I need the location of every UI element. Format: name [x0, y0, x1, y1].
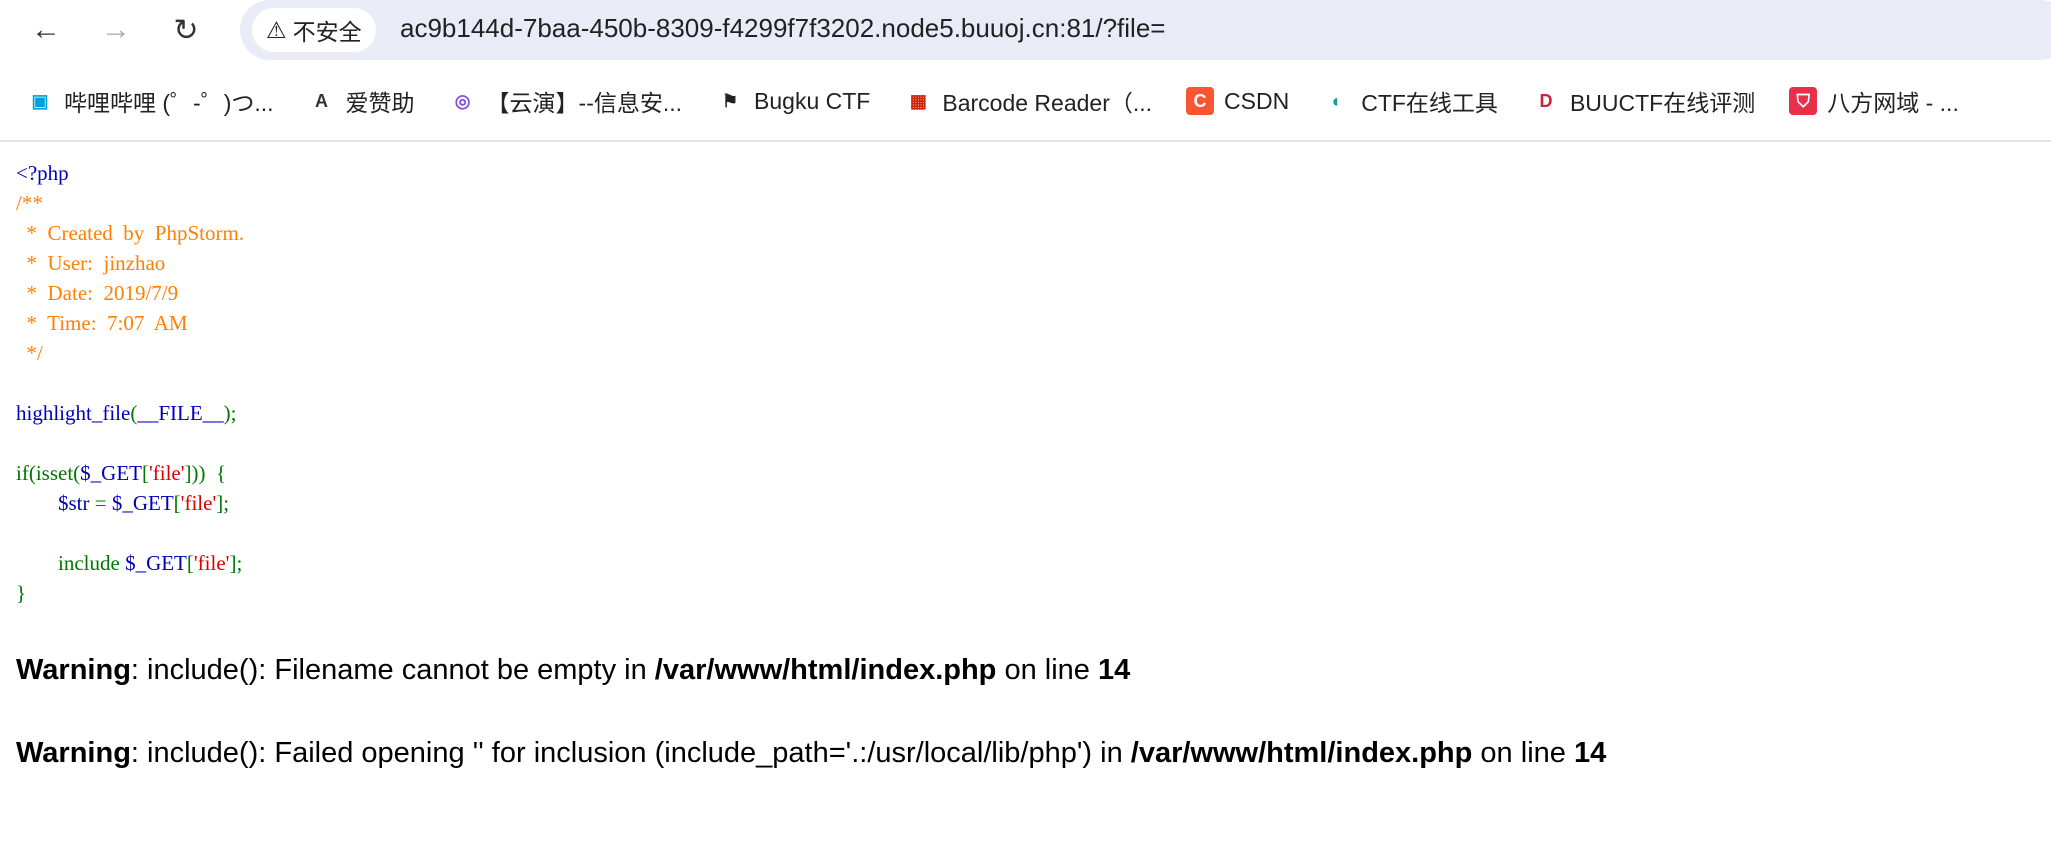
bookmark-item[interactable]: D BUUCTF在线评测 — [1532, 84, 1755, 118]
code-token: __FILE__ — [137, 401, 224, 425]
code-token: * Created by PhpStorm. — [16, 221, 245, 245]
forward-button[interactable]: → — [96, 10, 136, 50]
security-label: 不安全 — [292, 19, 362, 45]
warning-triangle-icon: ⚠ — [266, 16, 287, 43]
code-token: <?php — [16, 161, 69, 185]
code-token: = — [94, 491, 112, 515]
bookmark-item[interactable]: ⛉ 八方网域 - ... — [1789, 84, 1959, 118]
bookmark-item[interactable]: C CSDN — [1186, 87, 1289, 115]
address-bar[interactable]: ⚠ 不安全 ac9b144d-7baa-450b-8309-f4299f7f32… — [240, 0, 2051, 60]
url-text[interactable]: ac9b144d-7baa-450b-8309-f4299f7f3202.nod… — [400, 13, 1165, 44]
reload-button[interactable]: ↻ — [166, 10, 206, 50]
target-icon: ◎ — [454, 90, 471, 111]
code-line: * Time: 7:07 AM — [16, 308, 244, 338]
warning-file: /var/www/html/index.php — [1130, 737, 1473, 769]
bookmark-item[interactable]: ▣ 哔哩哔哩 (゜-゜)つ... — [26, 84, 274, 118]
ctf-tools-icon: ◐ — [1331, 90, 1343, 111]
code-token: [ — [186, 551, 194, 575]
warning-text: : include(): Filename cannot be empty in — [130, 654, 655, 686]
code-token: if(isset( — [16, 461, 81, 485]
bilibili-icon: ▣ — [31, 90, 49, 111]
code-token: include — [16, 551, 126, 575]
code-token: [ — [173, 491, 181, 515]
bookmarks-bar: ▣ 哔哩哔哩 (゜-゜)つ... A 爱赞助 ◎ 【云演】--信息安... ⚑ Bugku C… — [0, 78, 2051, 124]
bookmark-label: BUUCTF在线评测 — [1569, 90, 1756, 116]
warning-text: : include(): Failed opening '' for inclu… — [130, 737, 1131, 769]
checkered-flag-icon: ⚑ — [721, 90, 739, 111]
code-token: 'file' — [193, 551, 230, 575]
code-token: ); — [223, 401, 237, 425]
warning-label: Warning — [16, 654, 131, 686]
warning-on-line: on line — [996, 654, 1098, 686]
code-token: ]; — [216, 491, 230, 515]
code-token: $str — [58, 491, 95, 515]
warning-line-number: 14 — [1097, 654, 1131, 686]
code-token: 'file' — [148, 461, 185, 485]
warning-message: Warning: include(): Failed opening '' fo… — [16, 737, 1606, 770]
bookmark-label: Bugku CTF — [754, 87, 871, 114]
code-line: } — [16, 578, 244, 608]
code-token: 'file' — [180, 491, 217, 515]
warning-line-number: 14 — [1573, 737, 1607, 769]
browser-toolbar: ← → ↻ ⚠ 不安全 ac9b144d-7baa-450b-8309-f429… — [0, 0, 2051, 60]
csdn-icon: C — [1186, 87, 1215, 115]
code-token: */ — [16, 341, 43, 365]
warning-file: /var/www/html/index.php — [654, 654, 997, 686]
code-line: */ — [16, 338, 244, 368]
code-token: ])) { — [184, 461, 227, 485]
code-token: * Date: 2019/7/9 — [16, 281, 179, 305]
code-token: [ — [141, 461, 149, 485]
code-token: /** — [16, 191, 43, 215]
warning-message: Warning: include(): Filename cannot be e… — [16, 654, 1130, 687]
code-token: highlight_file — [16, 401, 131, 425]
bookmark-label: Barcode Reader（... — [942, 90, 1153, 116]
security-chip[interactable]: ⚠ 不安全 — [252, 8, 376, 52]
bookmark-label: 【云演】--信息安... — [486, 90, 683, 116]
code-token: } — [16, 581, 27, 605]
bookmark-item[interactable]: ⚑ Bugku CTF — [716, 87, 870, 115]
bookmark-item[interactable]: A 爱赞助 — [308, 84, 415, 118]
bookmark-item[interactable]: ▦ Barcode Reader（... — [904, 84, 1152, 118]
code-token: * Time: 7:07 AM — [16, 311, 188, 335]
code-line: * Created by PhpStorm. — [16, 218, 245, 248]
code-line: $str = $_GET['file']; — [16, 488, 244, 518]
shield-icon: ⛉ — [1789, 87, 1818, 115]
code-line: <?php — [16, 158, 244, 188]
dasctf-icon: D — [1539, 90, 1553, 111]
code-token: $_GET — [111, 491, 174, 515]
aizanzhu-icon: A — [315, 90, 329, 111]
code-line: /** — [16, 188, 244, 218]
code-line: * User: jinzhao — [16, 248, 244, 278]
code-token: * User: jinzhao — [16, 251, 166, 275]
bookmark-label: 八方网域 - ... — [1827, 90, 1959, 116]
toolbar-divider — [0, 140, 2051, 142]
code-line: highlight_file(__FILE__); — [16, 398, 244, 428]
bookmark-label: CSDN — [1224, 87, 1290, 114]
bookmark-label: 爱赞助 — [345, 90, 415, 116]
code-line: * Date: 2019/7/9 — [16, 278, 244, 308]
bookmark-label: 哔哩哔哩 (゜-゜)つ... — [64, 90, 274, 116]
bookmark-item[interactable]: ◐ CTF在线工具 — [1323, 84, 1498, 118]
code-token: $_GET — [80, 461, 142, 485]
back-button[interactable]: ← — [26, 10, 66, 50]
bookmark-item[interactable]: ◎ 【云演】--信息安... — [449, 84, 683, 118]
code-token: ]; — [229, 551, 243, 575]
code-line: include $_GET['file']; — [16, 548, 244, 578]
code-line: if(isset($_GET['file'])) { — [16, 458, 244, 488]
warning-on-line: on line — [1472, 737, 1574, 769]
highlighted-source-code: <?php /** * Created by PhpStorm. * User: … — [16, 158, 244, 608]
bookmark-label: CTF在线工具 — [1361, 90, 1498, 116]
barcode-reader-icon: ▦ — [909, 90, 927, 111]
warning-label: Warning — [16, 737, 131, 769]
code-token: $_GET — [125, 551, 187, 575]
